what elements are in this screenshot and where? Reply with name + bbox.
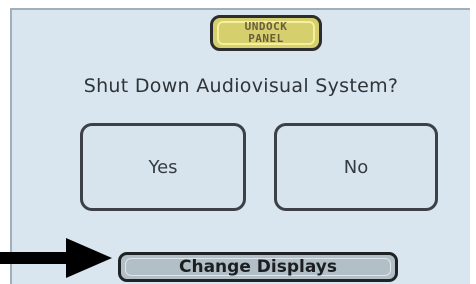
yes-button[interactable]: Yes bbox=[80, 123, 246, 211]
undock-panel-label: UNDOCK PANEL bbox=[245, 21, 288, 45]
change-displays-button[interactable]: Change Displays bbox=[118, 252, 398, 282]
yes-button-label: Yes bbox=[148, 156, 178, 178]
undock-panel-button[interactable]: UNDOCK PANEL bbox=[210, 15, 322, 51]
arrow-right-icon bbox=[0, 238, 112, 278]
change-displays-label: Change Displays bbox=[179, 257, 337, 277]
shutdown-question: Shut Down Audiovisual System? bbox=[83, 75, 399, 97]
no-button[interactable]: No bbox=[274, 123, 438, 211]
undock-label-line2: PANEL bbox=[248, 32, 284, 45]
no-button-label: No bbox=[343, 156, 369, 178]
